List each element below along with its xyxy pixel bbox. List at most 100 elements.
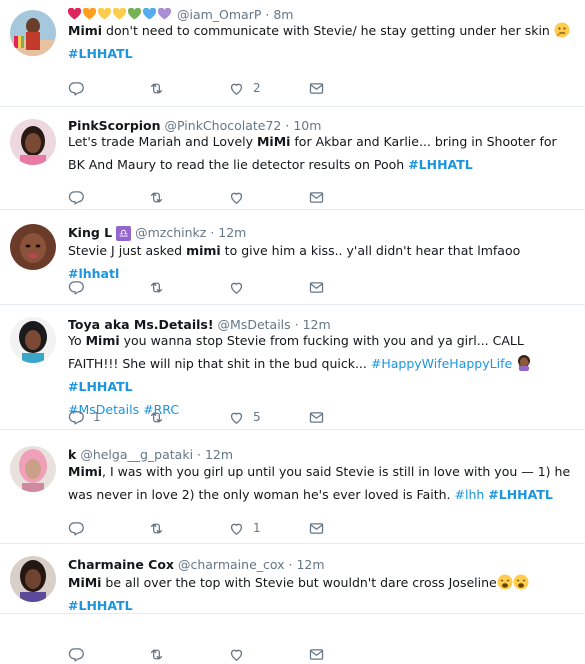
envelope-icon — [308, 189, 325, 206]
hashtag-link[interactable]: #HappyWifeHappyLife — [371, 356, 512, 371]
like-icon — [228, 520, 245, 537]
reply-button[interactable]: 1 — [68, 409, 148, 426]
hashtag-link[interactable]: #lhh — [455, 487, 485, 502]
like-button[interactable]: 1 — [228, 520, 308, 537]
like-icon — [228, 279, 245, 296]
tweet-text: Let's trade Mariah and Lovely MiMi for A… — [68, 130, 575, 176]
tweet-actions — [68, 277, 388, 297]
retweet-icon — [148, 189, 165, 206]
tweet[interactable]: King L ♎ @mzchinkz · 12m Stevie J just ask… — [0, 210, 585, 305]
reply-button[interactable] — [68, 520, 148, 537]
reply-icon — [68, 409, 85, 426]
like-count: 2 — [253, 81, 261, 95]
retweet-icon — [148, 520, 165, 537]
envelope-icon — [308, 80, 325, 97]
tweet[interactable]: Charmaine Cox @charmaine_cox · 12m MiMi b… — [0, 544, 585, 662]
tweet-text: MiMi be all over the top with Stevie but… — [68, 571, 575, 617]
tweet-actions — [68, 644, 388, 664]
tweet[interactable]: Toya aka Ms.Details! @MsDetails · 12m Yo … — [0, 305, 585, 430]
text-segment: MiMi — [256, 134, 291, 149]
avatar[interactable] — [10, 556, 56, 602]
emoji-thinking-icon — [554, 22, 570, 38]
emoji-weary-icon — [513, 574, 529, 590]
like-icon — [228, 646, 245, 663]
reply-icon — [68, 520, 85, 537]
like-button[interactable] — [228, 646, 308, 663]
direct-message-button[interactable] — [308, 279, 388, 296]
reply-button[interactable] — [68, 189, 148, 206]
retweet-button[interactable] — [148, 279, 228, 296]
retweet-button[interactable] — [148, 646, 228, 663]
tweet-actions: 1 — [68, 518, 388, 538]
display-name[interactable]: King L — [68, 225, 112, 240]
hashtag-link[interactable]: #LHHATL — [68, 598, 133, 613]
avatar[interactable] — [10, 119, 56, 165]
hashtag-link[interactable]: #LHHATL — [68, 379, 133, 394]
text-segment: Mimi — [85, 333, 120, 348]
envelope-icon — [308, 409, 325, 426]
like-button[interactable] — [228, 189, 308, 206]
reply-button[interactable] — [68, 646, 148, 663]
retweet-icon — [148, 80, 165, 97]
text-segment: MiMi — [68, 575, 102, 590]
text-segment: don't need to communicate with Stevie/ h… — [102, 23, 554, 38]
reply-icon — [68, 279, 85, 296]
envelope-icon — [308, 646, 325, 663]
tweet[interactable]: @iam_OmarP · 8m Mimi don't need to commun… — [0, 0, 585, 107]
direct-message-button[interactable] — [308, 409, 388, 426]
tweet-header: Charmaine Cox @charmaine_cox · 12m — [68, 544, 575, 573]
hashtag-link[interactable]: #LHHATL — [408, 157, 473, 172]
retweet-icon — [148, 646, 165, 663]
reply-button[interactable] — [68, 80, 148, 97]
separator-dot: · — [284, 557, 297, 572]
reply-icon — [68, 189, 85, 206]
text-segment: Mimi — [68, 464, 103, 479]
text-segment: be all over the top with Stevie but woul… — [101, 575, 497, 590]
like-count: 5 — [253, 410, 261, 424]
reply-count: 1 — [93, 410, 101, 424]
like-icon — [228, 189, 245, 206]
direct-message-button[interactable] — [308, 80, 388, 97]
avatar[interactable] — [10, 317, 56, 363]
retweet-button[interactable] — [148, 80, 228, 97]
reply-icon — [68, 80, 85, 97]
timestamp[interactable]: 12m — [218, 225, 246, 240]
text-segment: Mimi — [68, 23, 103, 38]
text-segment: Yo — [68, 333, 86, 348]
retweet-button[interactable] — [148, 520, 228, 537]
tweet-text: Mimi don't need to communicate with Stev… — [68, 19, 575, 65]
like-button[interactable]: 2 — [228, 80, 308, 97]
avatar[interactable] — [10, 10, 56, 56]
text-segment: Stevie J just asked — [68, 243, 187, 258]
direct-message-button[interactable] — [308, 189, 388, 206]
retweet-icon — [148, 409, 165, 426]
like-button[interactable]: 5 — [228, 409, 308, 426]
tweet-feed: @iam_OmarP · 8m Mimi don't need to commun… — [0, 0, 585, 662]
reply-button[interactable] — [68, 279, 148, 296]
direct-message-button[interactable] — [308, 520, 388, 537]
like-icon — [228, 80, 245, 97]
emoji-woman-icon — [516, 355, 532, 371]
avatar[interactable] — [10, 446, 56, 492]
user-handle[interactable]: @mzchinkz — [135, 225, 206, 240]
retweet-icon — [148, 279, 165, 296]
tweet-text: Mimi, I was with you girl up until you s… — [68, 460, 575, 506]
timestamp[interactable]: 12m — [296, 557, 324, 572]
like-button[interactable] — [228, 279, 308, 296]
display-name[interactable]: Charmaine Cox — [68, 557, 174, 572]
retweet-button[interactable] — [148, 189, 228, 206]
separator-dot: · — [206, 225, 219, 240]
tweet[interactable]: PinkScorpion @PinkChocolate72 · 10m Let's… — [0, 107, 585, 210]
envelope-icon — [308, 279, 325, 296]
tweet-header: King L ♎ @mzchinkz · 12m — [68, 210, 575, 241]
avatar[interactable] — [10, 224, 56, 270]
hashtag-link[interactable]: #LHHATL — [488, 487, 553, 502]
text-segment: mimi — [186, 243, 221, 258]
hashtag-link[interactable]: #LHHATL — [68, 46, 133, 61]
tweet-actions: 15 — [68, 407, 388, 427]
tweet-actions — [68, 187, 388, 207]
direct-message-button[interactable] — [308, 646, 388, 663]
user-handle[interactable]: @charmaine_cox — [178, 557, 285, 572]
tweet[interactable]: k @helga__g_pataki · 12m Mimi, I was with… — [0, 430, 585, 544]
retweet-button[interactable] — [148, 409, 228, 426]
